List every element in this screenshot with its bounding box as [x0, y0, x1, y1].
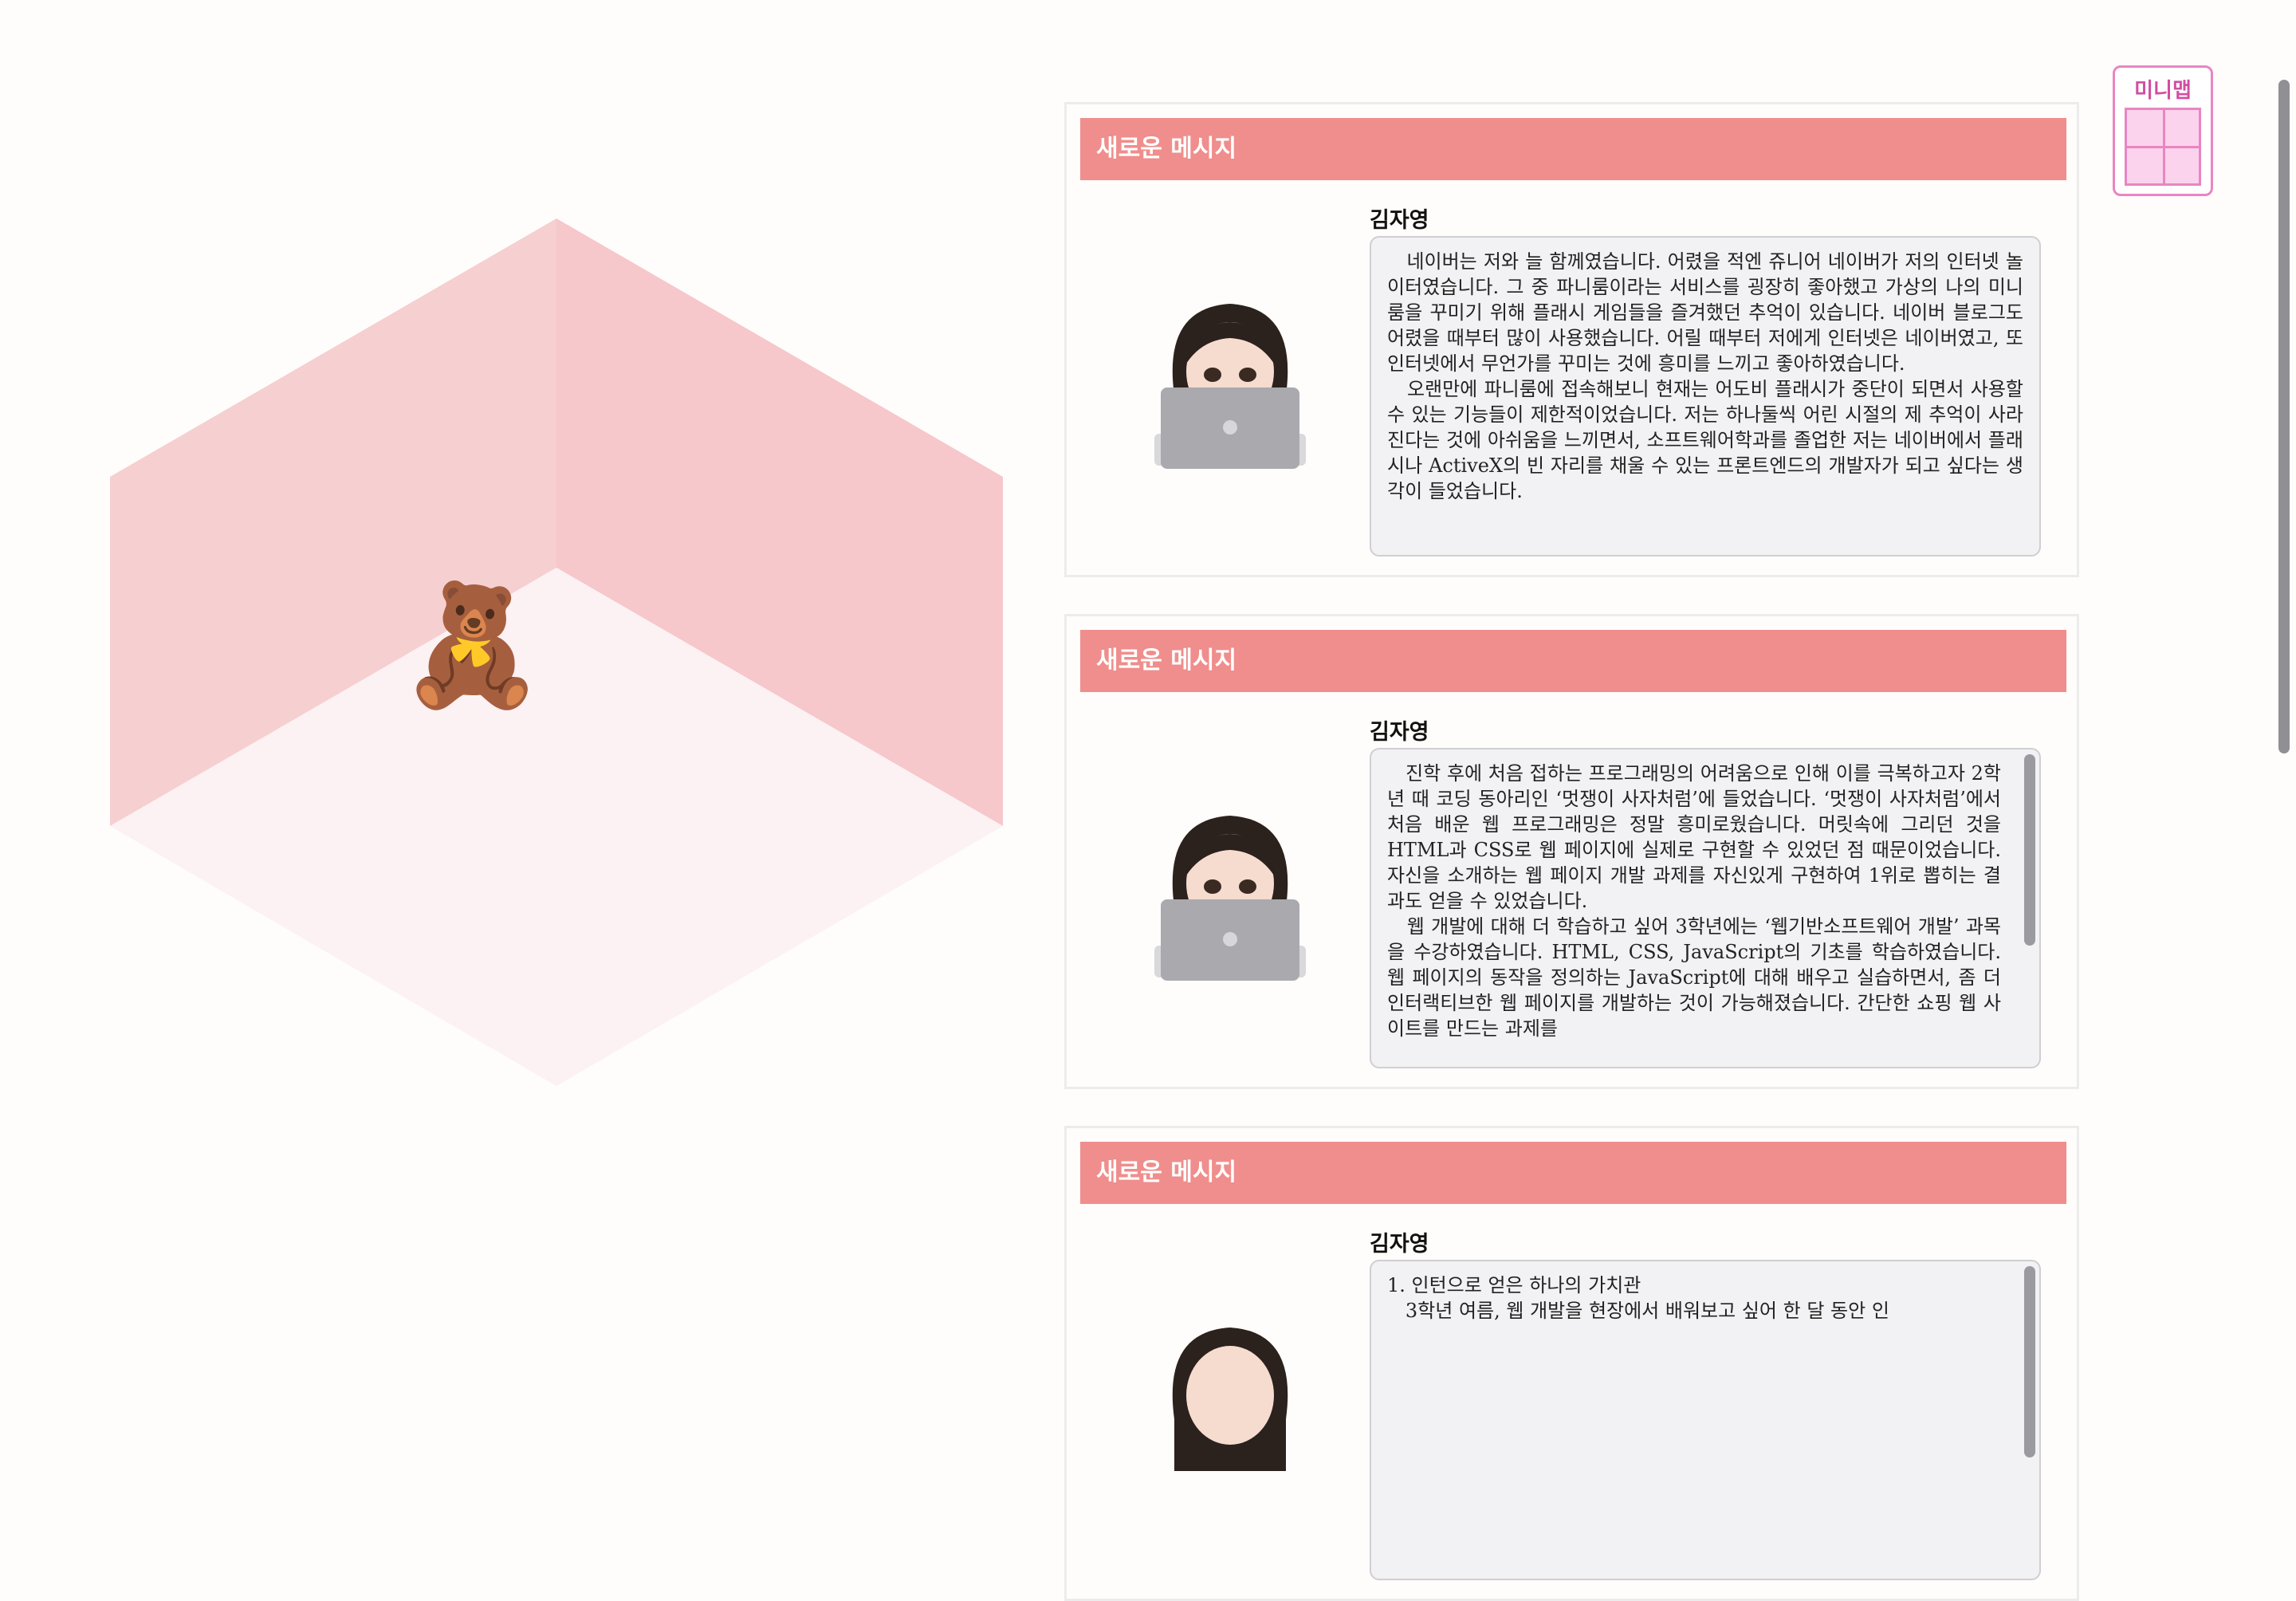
message-header: 새로운 메시지: [1080, 118, 2066, 180]
message-header: 새로운 메시지: [1080, 630, 2066, 692]
message-body[interactable]: 진학 후에 처음 접하는 프로그래밍의 어려움으로 인해 이를 극복하고자 2학…: [1370, 748, 2041, 1068]
memoji-laptop-avatar: [1154, 304, 1306, 469]
teddy-bear-icon[interactable]: 🧸: [399, 586, 545, 704]
sender-name: 김자영: [1370, 208, 1429, 233]
minimap-title: 미니맵: [2134, 79, 2192, 103]
sender-name: 김자영: [1370, 1232, 1429, 1257]
message-text: 네이버는 저와 늘 함께였습니다. 어렸을 적엔 쥬니어 네이버가 저의 인터넷…: [1387, 250, 2023, 502]
page-scrollbar[interactable]: [2278, 80, 2290, 753]
minimap-grid[interactable]: [2125, 108, 2201, 186]
memoji-laptop-avatar: [1154, 816, 1306, 981]
memoji-laptop-avatar: [1172, 1328, 1288, 1471]
message-text: 1. 인턴으로 얻은 하나의 가치관 3학년 여름, 웹 개발을 현장에서 배워…: [1387, 1274, 1889, 1322]
message-card: 새로운 메시지 김자영 1. 인턴으로 얻은 하나의 가치관 3학년 여름, 웹…: [1064, 1126, 2079, 1601]
message-scrollbar[interactable]: [2024, 754, 2035, 1062]
message-scroll-thumb[interactable]: [2024, 1266, 2035, 1457]
message-body[interactable]: 1. 인턴으로 얻은 하나의 가치관 3학년 여름, 웹 개발을 현장에서 배워…: [1370, 1260, 2041, 1580]
message-card: 새로운 메시지 김자영 진학 후에 처음 접하는 프로그래밍의 어려움으로 인해…: [1064, 614, 2079, 1089]
message-body[interactable]: 네이버는 저와 늘 함께였습니다. 어렸을 적엔 쥬니어 네이버가 저의 인터넷…: [1370, 236, 2041, 557]
message-text: 진학 후에 처음 접하는 프로그래밍의 어려움으로 인해 이를 극복하고자 2학…: [1387, 762, 2002, 1040]
sender-name: 김자영: [1370, 720, 1429, 745]
message-scrollbar[interactable]: [2024, 1266, 2035, 1574]
message-scroll-thumb[interactable]: [2024, 754, 2035, 946]
minimap[interactable]: 미니맵: [2113, 65, 2213, 196]
message-card: 새로운 메시지 김자영 네이버는 저와 늘 함께였습니다. 어렸을 적엔 쥬니어…: [1064, 102, 2079, 577]
minimap-divider: [2127, 146, 2199, 148]
message-header: 새로운 메시지: [1080, 1142, 2066, 1204]
